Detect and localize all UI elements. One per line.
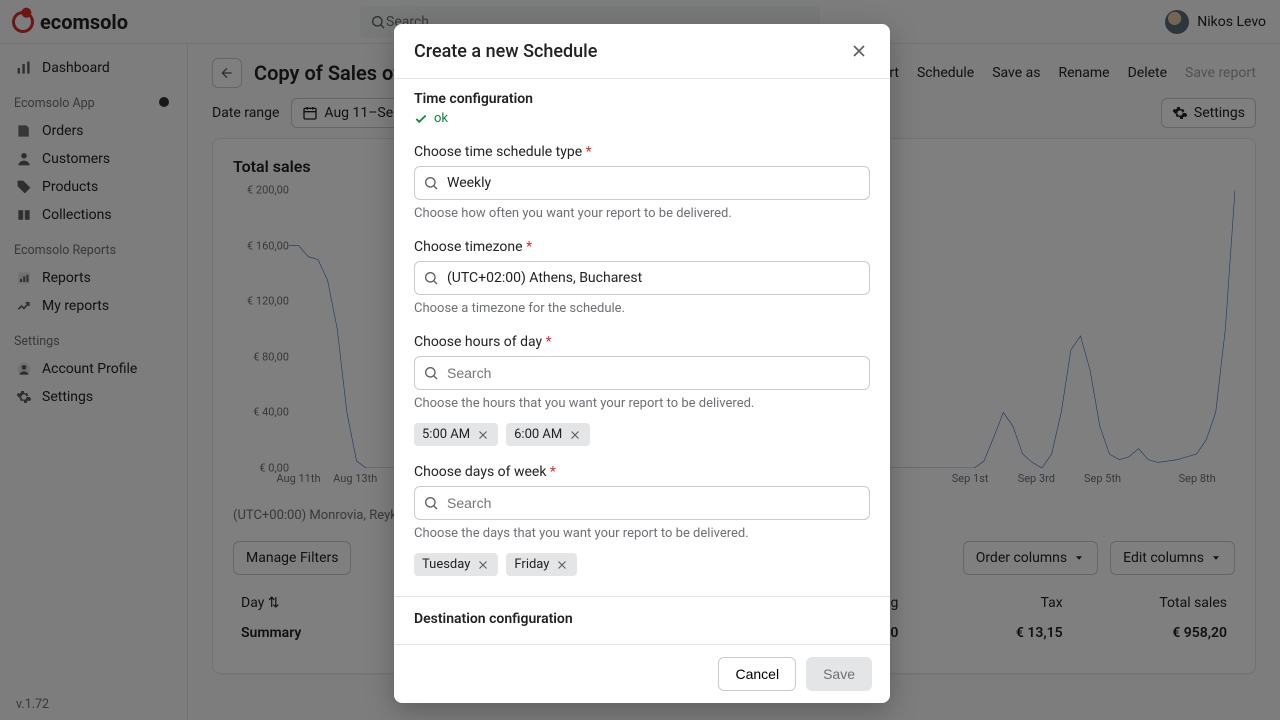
- timezone-label: Choose timezone: [414, 239, 523, 255]
- modal-title: Create a new Schedule: [414, 41, 597, 62]
- cancel-button[interactable]: Cancel: [718, 657, 796, 691]
- schedule-modal: Create a new Schedule Time configuration…: [394, 24, 890, 703]
- remove-chip-icon[interactable]: [555, 558, 569, 572]
- section-time-title: Time configuration: [414, 91, 870, 107]
- days-hint: Choose the days that you want your repor…: [414, 526, 870, 541]
- save-button[interactable]: Save: [806, 657, 872, 691]
- hours-search-field[interactable]: [447, 365, 861, 381]
- close-icon: [849, 41, 869, 61]
- modal-body[interactable]: Time configuration ok Choose time schedu…: [394, 78, 890, 644]
- days-chips: Tuesday Friday: [414, 553, 870, 576]
- hours-input[interactable]: [414, 356, 870, 390]
- cancel-label: Cancel: [735, 666, 779, 682]
- check-icon: [414, 112, 428, 126]
- status-ok-label: ok: [434, 111, 448, 126]
- timezone-hint: Choose a timezone for the schedule.: [414, 301, 870, 316]
- day-chip[interactable]: Friday: [506, 553, 577, 576]
- schedule-type-hint: Choose how often you want your report to…: [414, 206, 870, 221]
- days-label: Choose days of week: [414, 464, 546, 480]
- search-icon: [423, 495, 439, 511]
- schedule-type-value: Weekly: [447, 175, 491, 191]
- days-search-field[interactable]: [447, 495, 861, 511]
- search-icon: [423, 175, 439, 191]
- remove-chip-icon[interactable]: [476, 428, 490, 442]
- save-label: Save: [823, 666, 855, 682]
- days-input[interactable]: [414, 486, 870, 520]
- search-icon: [423, 365, 439, 381]
- status-ok: ok: [414, 111, 870, 126]
- schedule-type-select[interactable]: Weekly: [414, 166, 870, 200]
- timezone-select[interactable]: (UTC+02:00) Athens, Bucharest: [414, 261, 870, 295]
- search-icon: [423, 270, 439, 286]
- hours-chips: 5:00 AM 6:00 AM: [414, 423, 870, 446]
- hours-label: Choose hours of day: [414, 334, 542, 350]
- hour-chip[interactable]: 5:00 AM: [414, 423, 498, 446]
- timezone-value: (UTC+02:00) Athens, Bucharest: [447, 270, 642, 286]
- day-chip[interactable]: Tuesday: [414, 553, 498, 576]
- section-dest-title: Destination configuration: [414, 611, 870, 627]
- close-button[interactable]: [848, 40, 870, 62]
- hours-hint: Choose the hours that you want your repo…: [414, 396, 870, 411]
- remove-chip-icon[interactable]: [568, 428, 582, 442]
- remove-chip-icon[interactable]: [476, 558, 490, 572]
- modal-footer: Cancel Save: [394, 644, 890, 703]
- hour-chip[interactable]: 6:00 AM: [506, 423, 590, 446]
- schedule-type-label: Choose time schedule type: [414, 144, 582, 160]
